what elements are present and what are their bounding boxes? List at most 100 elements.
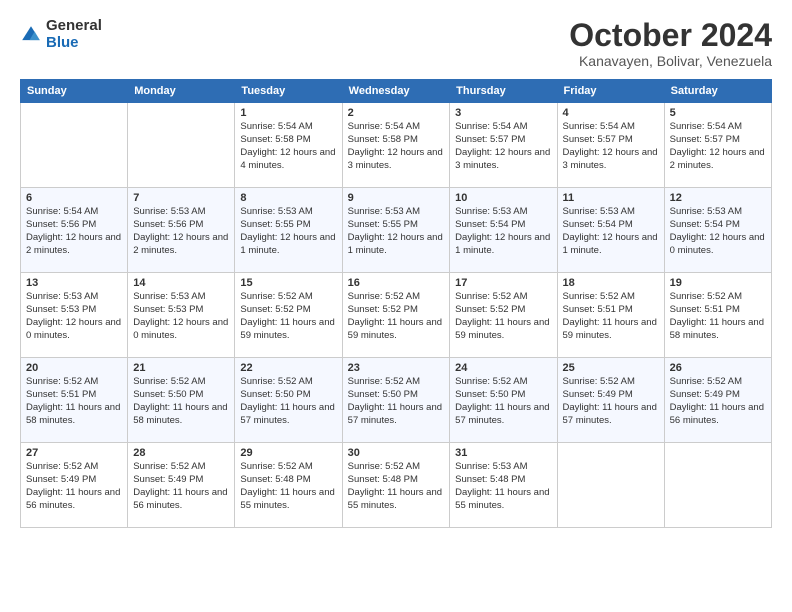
day-number: 20 [26, 362, 122, 374]
col-thursday: Thursday [450, 80, 557, 103]
day-info: Sunrise: 5:52 AM Sunset: 5:49 PM Dayligh… [133, 461, 229, 512]
day-number: 14 [133, 277, 229, 289]
day-info: Sunrise: 5:54 AM Sunset: 5:58 PM Dayligh… [348, 121, 445, 172]
calendar-cell: 17 Sunrise: 5:52 AM Sunset: 5:52 PM Dayli… [450, 273, 557, 358]
logo: General Blue [20, 18, 102, 51]
calendar-cell: 31 Sunrise: 5:53 AM Sunset: 5:48 PM Dayli… [450, 443, 557, 528]
day-number: 11 [563, 192, 659, 204]
day-number: 27 [26, 447, 122, 459]
day-info: Sunrise: 5:54 AM Sunset: 5:57 PM Dayligh… [455, 121, 551, 172]
day-number: 12 [670, 192, 766, 204]
calendar-cell: 13Sunrise: 5:53 AM Sunset: 5:53 PM Dayli… [21, 273, 128, 358]
month-title: October 2024 [569, 18, 772, 53]
day-number: 19 [670, 277, 766, 289]
calendar-cell [557, 443, 664, 528]
calendar-cell: 26Sunrise: 5:52 AM Sunset: 5:49 PM Dayli… [664, 358, 771, 443]
col-wednesday: Wednesday [342, 80, 450, 103]
calendar-cell: 20Sunrise: 5:52 AM Sunset: 5:51 PM Dayli… [21, 358, 128, 443]
day-info: Sunrise: 5:52 AM Sunset: 5:50 PM Dayligh… [455, 376, 551, 427]
calendar-cell: 18 Sunrise: 5:52 AM Sunset: 5:51 PM Dayli… [557, 273, 664, 358]
logo-icon [20, 24, 42, 46]
day-number: 30 [348, 447, 445, 459]
day-number: 5 [670, 107, 766, 119]
day-info: Sunrise: 5:53 AM Sunset: 5:55 PM Dayligh… [240, 206, 336, 257]
day-info: Sunrise: 5:52 AM Sunset: 5:52 PM Dayligh… [348, 291, 445, 342]
title-section: October 2024 Kanavayen, Bolivar, Venezue… [569, 18, 772, 69]
day-info: Sunrise: 5:52 AM Sunset: 5:50 PM Dayligh… [133, 376, 229, 427]
calendar: Sunday Monday Tuesday Wednesday Thursday… [20, 79, 772, 528]
day-info: Sunrise: 5:54 AM Sunset: 5:56 PM Dayligh… [26, 206, 122, 257]
day-number: 10 [455, 192, 551, 204]
day-number: 1 [240, 107, 336, 119]
calendar-cell [664, 443, 771, 528]
calendar-cell: 7Sunrise: 5:53 AM Sunset: 5:56 PM Daylig… [128, 188, 235, 273]
day-info: Sunrise: 5:52 AM Sunset: 5:49 PM Dayligh… [26, 461, 122, 512]
day-info: Sunrise: 5:52 AM Sunset: 5:51 PM Dayligh… [670, 291, 766, 342]
day-info: Sunrise: 5:54 AM Sunset: 5:57 PM Dayligh… [670, 121, 766, 172]
day-info: Sunrise: 5:53 AM Sunset: 5:53 PM Dayligh… [133, 291, 229, 342]
day-number: 2 [348, 107, 445, 119]
calendar-cell: 16 Sunrise: 5:52 AM Sunset: 5:52 PM Dayli… [342, 273, 450, 358]
calendar-cell [128, 103, 235, 188]
calendar-cell: 30Sunrise: 5:52 AM Sunset: 5:48 PM Dayli… [342, 443, 450, 528]
calendar-cell: 1 Sunrise: 5:54 AM Sunset: 5:58 PM Daylig… [235, 103, 342, 188]
col-sunday: Sunday [21, 80, 128, 103]
calendar-cell: 29Sunrise: 5:52 AM Sunset: 5:48 PM Dayli… [235, 443, 342, 528]
calendar-cell: 23Sunrise: 5:52 AM Sunset: 5:50 PM Dayli… [342, 358, 450, 443]
day-number: 22 [240, 362, 336, 374]
calendar-cell: 21 Sunrise: 5:52 AM Sunset: 5:50 PM Dayli… [128, 358, 235, 443]
calendar-cell: 10 Sunrise: 5:53 AM Sunset: 5:54 PM Dayli… [450, 188, 557, 273]
day-number: 6 [26, 192, 122, 204]
day-number: 25 [563, 362, 659, 374]
calendar-cell: 12 Sunrise: 5:53 AM Sunset: 5:54 PM Dayli… [664, 188, 771, 273]
day-info: Sunrise: 5:53 AM Sunset: 5:54 PM Dayligh… [670, 206, 766, 257]
calendar-header-row: Sunday Monday Tuesday Wednesday Thursday… [21, 80, 772, 103]
calendar-cell: 27 Sunrise: 5:52 AM Sunset: 5:49 PM Dayli… [21, 443, 128, 528]
day-number: 13 [26, 277, 122, 289]
day-info: Sunrise: 5:53 AM Sunset: 5:54 PM Dayligh… [455, 206, 551, 257]
day-number: 23 [348, 362, 445, 374]
day-number: 28 [133, 447, 229, 459]
day-number: 24 [455, 362, 551, 374]
day-number: 26 [670, 362, 766, 374]
calendar-cell: 6 Sunrise: 5:54 AM Sunset: 5:56 PM Daylig… [21, 188, 128, 273]
col-friday: Friday [557, 80, 664, 103]
day-info: Sunrise: 5:52 AM Sunset: 5:52 PM Dayligh… [240, 291, 336, 342]
calendar-week-row: 20Sunrise: 5:52 AM Sunset: 5:51 PM Dayli… [21, 358, 772, 443]
calendar-week-row: 6 Sunrise: 5:54 AM Sunset: 5:56 PM Daylig… [21, 188, 772, 273]
calendar-cell: 3 Sunrise: 5:54 AM Sunset: 5:57 PM Daylig… [450, 103, 557, 188]
calendar-cell: 24 Sunrise: 5:52 AM Sunset: 5:50 PM Dayli… [450, 358, 557, 443]
day-info: Sunrise: 5:53 AM Sunset: 5:48 PM Dayligh… [455, 461, 551, 512]
day-info: Sunrise: 5:52 AM Sunset: 5:52 PM Dayligh… [455, 291, 551, 342]
day-info: Sunrise: 5:53 AM Sunset: 5:55 PM Dayligh… [348, 206, 445, 257]
day-number: 16 [348, 277, 445, 289]
day-number: 18 [563, 277, 659, 289]
logo-general: General [46, 18, 102, 35]
day-info: Sunrise: 5:52 AM Sunset: 5:51 PM Dayligh… [563, 291, 659, 342]
calendar-cell: 25 Sunrise: 5:52 AM Sunset: 5:49 PM Dayli… [557, 358, 664, 443]
day-number: 17 [455, 277, 551, 289]
day-number: 9 [348, 192, 445, 204]
day-info: Sunrise: 5:52 AM Sunset: 5:50 PM Dayligh… [240, 376, 336, 427]
calendar-week-row: 13 Sunrise: 5:53 AM Sunset: 5:53 PM Dayli… [21, 273, 772, 358]
day-number: 21 [133, 362, 229, 374]
calendar-cell [21, 103, 128, 188]
calendar-cell: 11Sunrise: 5:53 AM Sunset: 5:54 PM Dayli… [557, 188, 664, 273]
day-number: 29 [240, 447, 336, 459]
day-number: 8 [240, 192, 336, 204]
col-monday: Monday [128, 80, 235, 103]
day-info: Sunrise: 5:54 AM Sunset: 5:57 PM Dayligh… [563, 121, 659, 172]
calendar-cell: 28 Sunrise: 5:52 AM Sunset: 5:49 PM Dayli… [128, 443, 235, 528]
calendar-cell: 22 Sunrise: 5:52 AM Sunset: 5:50 PM Dayli… [235, 358, 342, 443]
day-number: 3 [455, 107, 551, 119]
day-number: 7 [133, 192, 229, 204]
calendar-cell: 15 Sunrise: 5:52 AM Sunset: 5:52 PM Dayli… [235, 273, 342, 358]
day-info: Sunrise: 5:52 AM Sunset: 5:49 PM Dayligh… [563, 376, 659, 427]
day-number: 31 [455, 447, 551, 459]
day-number: 15 [240, 277, 336, 289]
col-saturday: Saturday [664, 80, 771, 103]
day-info: Sunrise: 5:54 AM Sunset: 5:58 PM Dayligh… [240, 121, 336, 172]
calendar-cell: 9 Sunrise: 5:53 AM Sunset: 5:55 PM Daylig… [342, 188, 450, 273]
calendar-cell: 4Sunrise: 5:54 AM Sunset: 5:57 PM Daylig… [557, 103, 664, 188]
calendar-cell: 14 Sunrise: 5:53 AM Sunset: 5:53 PM Dayli… [128, 273, 235, 358]
